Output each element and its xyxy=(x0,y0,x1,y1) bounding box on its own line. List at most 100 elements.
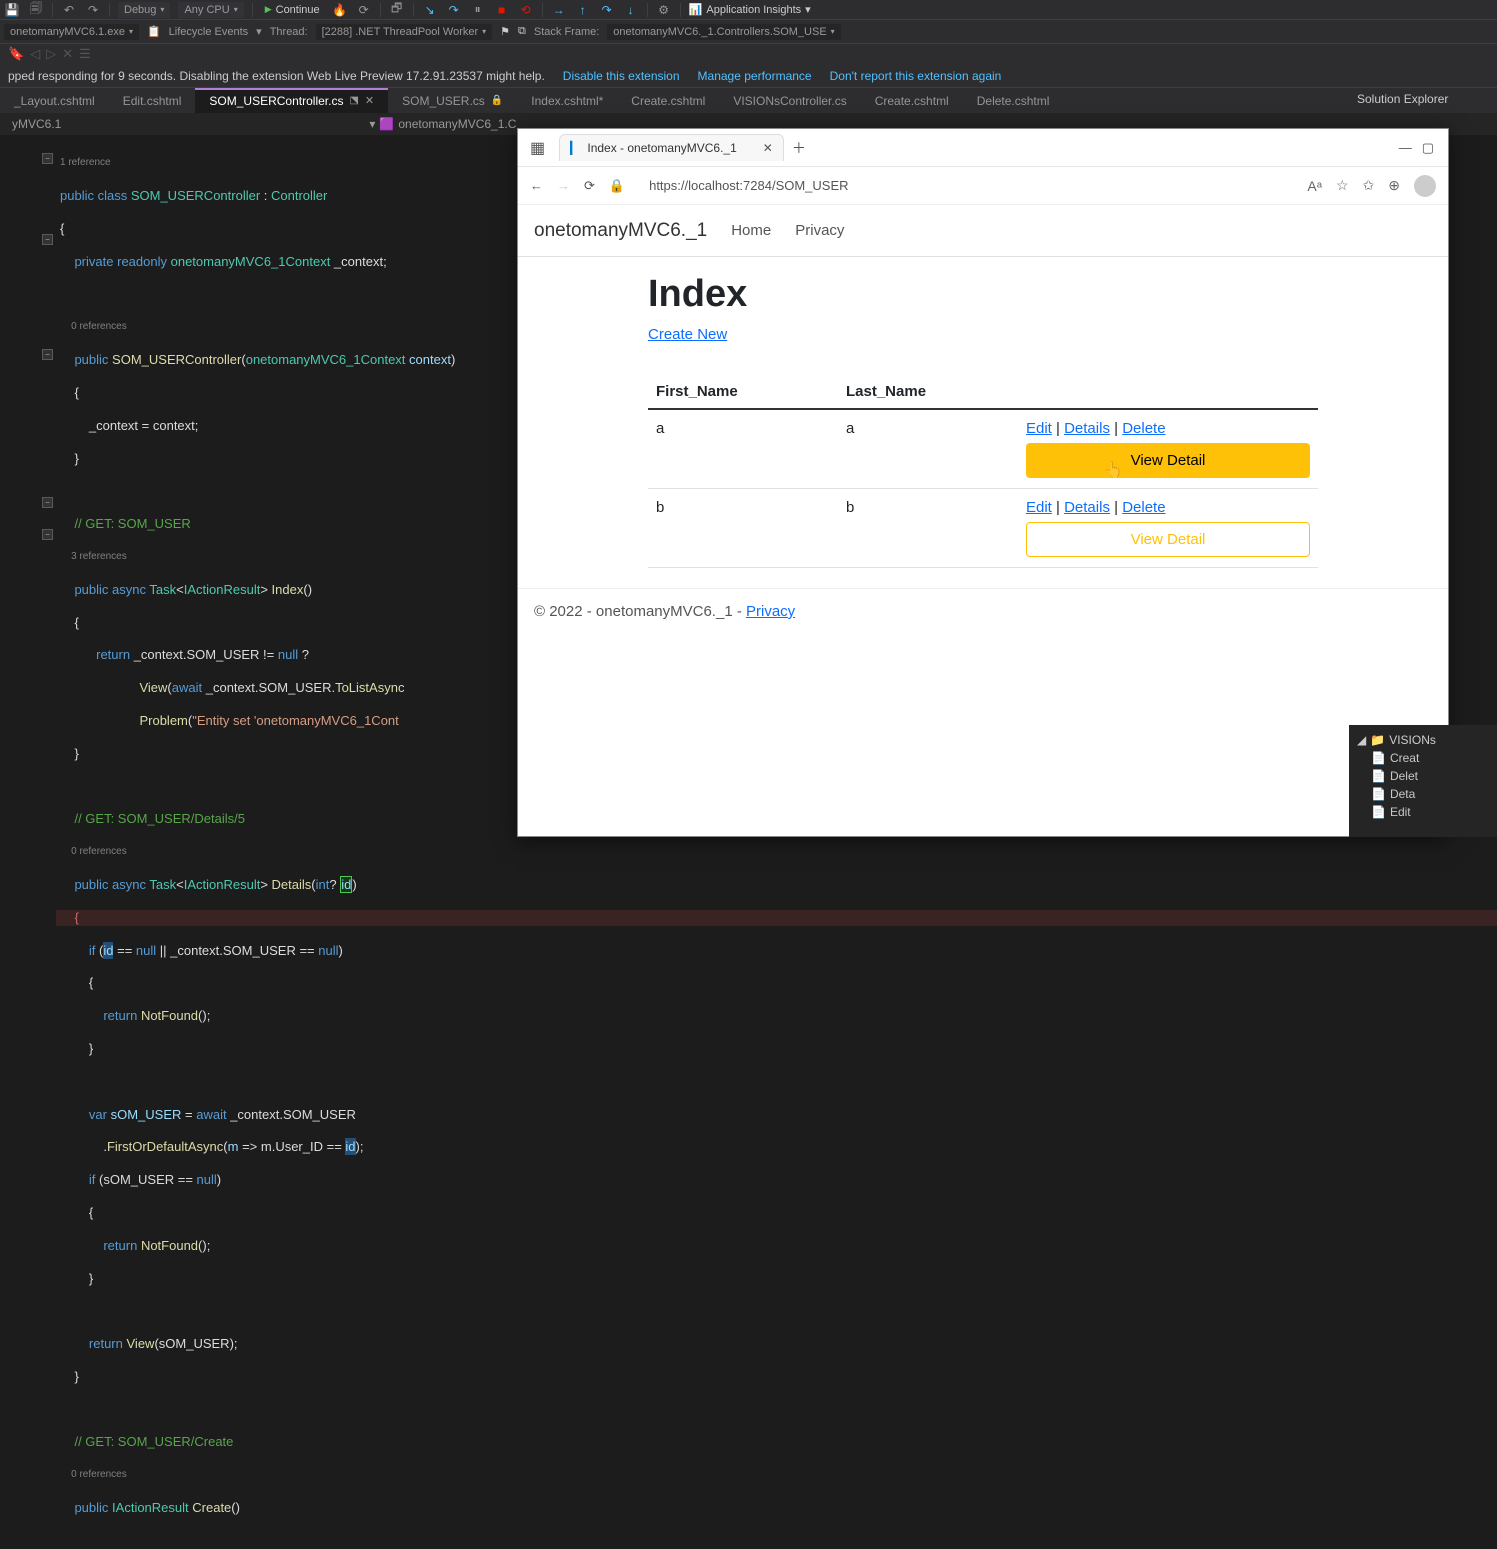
close-icon[interactable]: ✕ xyxy=(365,94,374,107)
lock-icon: 🔒 xyxy=(491,95,503,106)
tree-file[interactable]: 📄 Delet xyxy=(1353,767,1493,785)
lifecycle-icon[interactable]: 📋 xyxy=(147,25,161,38)
config-dropdown[interactable]: Debug xyxy=(118,2,170,18)
site-info-icon[interactable]: 🔒 xyxy=(609,178,625,194)
tree-file[interactable]: 📄 Deta xyxy=(1353,785,1493,803)
tab-layout[interactable]: _Layout.cshtml xyxy=(0,88,109,113)
create-new-link[interactable]: Create New xyxy=(648,326,727,343)
site-footer: © 2022 - onetomanyMVC6._1 - Privacy xyxy=(518,588,1448,634)
nav-home-link[interactable]: Home xyxy=(731,222,771,239)
disable-extension-link[interactable]: Disable this extension xyxy=(563,69,680,83)
redo-icon[interactable]: ↷ xyxy=(85,2,101,18)
nav-privacy-link[interactable]: Privacy xyxy=(795,222,844,239)
tree-file[interactable]: 📄 Edit xyxy=(1353,803,1493,821)
list-bookmark-icon[interactable]: ☰ xyxy=(79,46,91,62)
back-icon[interactable]: ← xyxy=(530,178,543,193)
reload-icon[interactable]: ⟳ xyxy=(584,178,595,194)
lifecycle-label: Lifecycle Events xyxy=(169,26,248,38)
fav2-icon[interactable]: ✩ xyxy=(1363,177,1375,194)
notification-message: pped responding for 9 seconds. Disabling… xyxy=(8,69,545,83)
tab-index[interactable]: Index.cshtml* xyxy=(517,88,617,113)
dont-report-link[interactable]: Don't report this extension again xyxy=(830,69,1002,83)
step-over-icon[interactable]: ↷ xyxy=(446,2,462,18)
notification-bar: pped responding for 9 seconds. Disabling… xyxy=(0,64,1497,88)
fold-box-icon[interactable]: − xyxy=(42,497,53,508)
tree-file[interactable]: 📄 Creat xyxy=(1353,749,1493,767)
collections-icon[interactable]: ⊕ xyxy=(1388,177,1400,194)
breadcrumb-namespace[interactable]: ▾ 🟪onetomanyMVC6_1.C xyxy=(365,117,520,131)
app-insights-button[interactable]: 📊 Application Insights ▾ xyxy=(689,3,811,16)
platform-dropdown[interactable]: Any CPU xyxy=(178,2,243,18)
tool-icon[interactable]: ⚙ xyxy=(656,2,672,18)
new-tab-icon[interactable]: ＋ xyxy=(792,138,806,158)
fold-box-icon[interactable]: − xyxy=(42,349,53,360)
step-over2-icon[interactable]: ↷ xyxy=(599,2,615,18)
delete-link[interactable]: Delete xyxy=(1122,420,1165,437)
stackframe-dropdown[interactable]: onetomanyMVC6._1.Controllers.SOM_USE xyxy=(607,24,840,40)
solution-explorer-tree[interactable]: ◢ 📁 VISIONs 📄 Creat 📄 Delet 📄 Deta 📄 Edi… xyxy=(1349,725,1497,837)
url-input[interactable] xyxy=(639,174,1293,197)
step-icon[interactable]: → xyxy=(551,2,567,18)
edit-link[interactable]: Edit xyxy=(1026,499,1052,516)
close-tab-icon[interactable]: ✕ xyxy=(763,141,773,155)
restart-icon[interactable]: ⟲ xyxy=(518,2,534,18)
step-into-icon[interactable]: ↘ xyxy=(422,2,438,18)
th-last-name: Last_Name xyxy=(838,375,1018,409)
fold-box-icon[interactable]: − xyxy=(42,234,53,245)
continue-button[interactable]: Continue xyxy=(261,2,324,18)
read-aloud-icon[interactable]: Aᵃ xyxy=(1307,178,1322,194)
minimize-icon[interactable]: — xyxy=(1399,140,1412,156)
stop-icon[interactable]: ■ xyxy=(494,2,510,18)
undo-icon[interactable]: ↶ xyxy=(61,2,77,18)
line-gutter xyxy=(0,135,40,837)
step-out-icon[interactable]: ↑ xyxy=(575,2,591,18)
browser-tab[interactable]: ▎ Index - onetomanyMVC6._1 ✕ xyxy=(559,134,784,161)
tab-controller[interactable]: SOM_USERController.cs ⬔ ✕ xyxy=(195,88,388,113)
prev-bookmark-icon[interactable]: ◁ xyxy=(30,46,40,62)
debug-toolbar: onetomanyMVC6.1.exe 📋 Lifecycle Events ▾… xyxy=(0,20,1497,44)
footer-privacy-link[interactable]: Privacy xyxy=(746,603,795,620)
tab-visions[interactable]: VISIONsController.cs xyxy=(719,88,860,113)
next-bookmark-icon[interactable]: ▷ xyxy=(46,46,56,62)
tab-create[interactable]: Create.cshtml xyxy=(617,88,719,113)
process-dropdown[interactable]: onetomanyMVC6.1.exe xyxy=(4,24,139,40)
refresh-icon[interactable]: ⟳ xyxy=(356,2,372,18)
browser-link-icon[interactable]: 🗗 xyxy=(389,2,405,18)
tree-folder[interactable]: ◢ 📁 VISIONs xyxy=(1353,731,1493,749)
site-brand[interactable]: onetomanyMVC6._1 xyxy=(534,220,707,242)
profile-icon[interactable] xyxy=(1414,175,1436,197)
tab-edit[interactable]: Edit.cshtml xyxy=(109,88,196,113)
clear-bookmark-icon[interactable]: ✕ xyxy=(62,46,73,62)
pause-icon[interactable]: ⏸ xyxy=(470,2,486,18)
details-link[interactable]: Details xyxy=(1064,420,1110,437)
thread-dropdown[interactable]: [2288] .NET ThreadPool Worker xyxy=(316,24,493,40)
page-icon: ▎ xyxy=(570,141,579,155)
step-into2-icon[interactable]: ↓ xyxy=(623,2,639,18)
tab-actions-icon[interactable]: ▦ xyxy=(522,138,553,158)
tab-delete[interactable]: Delete.cshtml xyxy=(963,88,1064,113)
manage-performance-link[interactable]: Manage performance xyxy=(698,69,812,83)
maximize-icon[interactable]: ▢ xyxy=(1422,140,1434,156)
fold-box-icon[interactable]: − xyxy=(42,153,53,164)
editor-tab-strip: _Layout.cshtml Edit.cshtml SOM_USERContr… xyxy=(0,88,1497,113)
delete-link[interactable]: Delete xyxy=(1122,499,1165,516)
fold-box-icon[interactable]: − xyxy=(42,529,53,540)
tab-create2[interactable]: Create.cshtml xyxy=(861,88,963,113)
bookmark-icon[interactable]: 🔖 xyxy=(8,46,24,62)
threads-icon[interactable]: ⧉ xyxy=(518,25,526,38)
edit-link[interactable]: Edit xyxy=(1026,420,1052,437)
hot-reload-icon[interactable]: 🔥 xyxy=(332,2,348,18)
favorite-icon[interactable]: ☆ xyxy=(1336,177,1349,194)
tab-som-user[interactable]: SOM_USER.cs 🔒 xyxy=(388,88,517,113)
solution-explorer-header[interactable]: Solution Explorer xyxy=(1349,88,1497,113)
browser-titlebar: ▦ ▎ Index - onetomanyMVC6._1 ✕ ＋ — ▢ xyxy=(518,129,1448,167)
thread-label: Thread: xyxy=(270,26,308,38)
details-link[interactable]: Details xyxy=(1064,499,1110,516)
view-detail-button[interactable]: View Detail xyxy=(1026,522,1310,557)
breadcrumb-project[interactable]: yMVC6.1 xyxy=(8,117,65,131)
flag-icon[interactable]: ⚑ xyxy=(500,25,510,38)
view-detail-button[interactable]: View Detail xyxy=(1026,443,1310,478)
save-all-icon[interactable]: 🗐 xyxy=(28,2,44,18)
save-icon[interactable]: 💾 xyxy=(4,2,20,18)
pin-icon[interactable]: ⬔ xyxy=(349,95,358,106)
